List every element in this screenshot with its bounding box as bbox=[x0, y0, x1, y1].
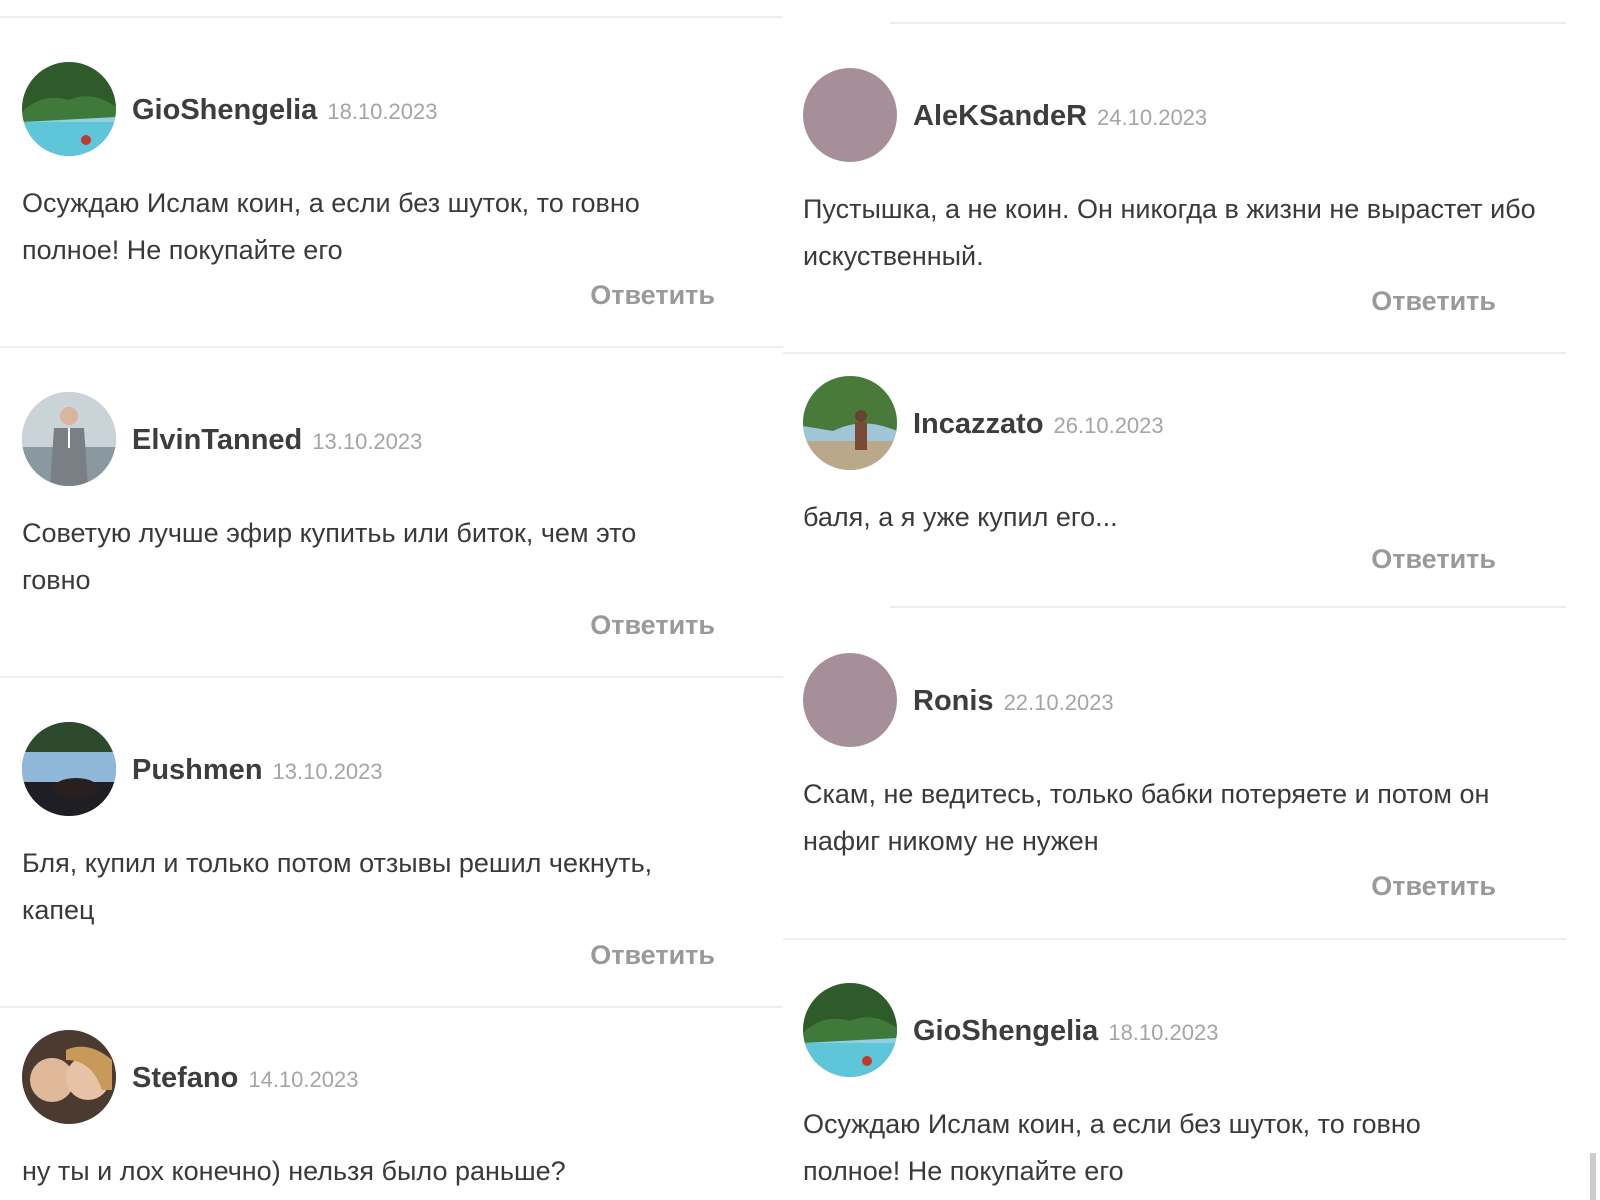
man-in-suit-photo-avatar-icon bbox=[22, 392, 116, 486]
comment: Incazzato 26.10.2023 баля, а я уже купил … bbox=[803, 376, 1496, 586]
avatar[interactable] bbox=[803, 376, 897, 470]
avatar[interactable] bbox=[803, 983, 897, 1077]
comment: Stefano 14.10.2023 ну ты и лох конечно) н… bbox=[22, 1030, 715, 1200]
avatar[interactable] bbox=[22, 392, 116, 486]
author-name[interactable]: Pushmen bbox=[132, 754, 263, 786]
comment: AleKSandeR 24.10.2023 Пустышка, а не коин… bbox=[803, 68, 1536, 328]
scrollbar-thumb[interactable] bbox=[1590, 1153, 1596, 1200]
comment: Pushmen 13.10.2023 Бля, купил и только по… bbox=[22, 722, 715, 982]
divider bbox=[0, 346, 783, 348]
comment-text: Бля, купил и только потом отзывы решил ч… bbox=[22, 848, 653, 925]
author-name[interactable]: Stefano bbox=[132, 1062, 238, 1094]
comment-text: ну ты и лох конечно) нельзя было раньше? bbox=[22, 1156, 566, 1186]
comment-meta: ElvinTanned 13.10.2023 bbox=[132, 422, 422, 463]
divider bbox=[783, 938, 1566, 940]
pool-photo-avatar-icon bbox=[22, 722, 116, 816]
comment-header: GioShengelia 18.10.2023 bbox=[803, 983, 1563, 1079]
avatar[interactable] bbox=[22, 722, 116, 816]
beach-photo-avatar-icon bbox=[803, 983, 897, 1077]
author-name[interactable]: GioShengelia bbox=[913, 1015, 1098, 1047]
default-avatar[interactable] bbox=[803, 68, 897, 162]
default-avatar[interactable] bbox=[803, 653, 897, 747]
reply-button[interactable]: Ответить bbox=[1371, 286, 1496, 317]
comment-date: 22.10.2023 bbox=[1003, 690, 1114, 715]
divider bbox=[890, 606, 1566, 608]
comment-header: ElvinTanned 13.10.2023 bbox=[22, 392, 782, 488]
comment-header: Incazzato 26.10.2023 bbox=[803, 376, 1563, 472]
comment-date: 13.10.2023 bbox=[312, 429, 423, 454]
author-name[interactable]: AleKSandeR bbox=[913, 100, 1087, 132]
avatar[interactable] bbox=[22, 62, 116, 156]
divider bbox=[0, 16, 783, 18]
divider bbox=[783, 352, 1566, 354]
comment-text: Осуждаю Ислам коин, а если без шуток, то… bbox=[803, 1109, 1421, 1186]
comment: GioShengelia 18.10.2023 Осуждаю Ислам кои… bbox=[803, 983, 1563, 1200]
comment-text: Советую лучше эфир купитьь или биток, че… bbox=[22, 518, 637, 595]
divider bbox=[890, 22, 1566, 24]
comment-text: Скам, не ведитесь, только бабки потеряет… bbox=[803, 779, 1490, 856]
comment: Ronis 22.10.2023 Скам, не ведитесь, тольк… bbox=[803, 653, 1496, 913]
comment-text: Осуждаю Ислам коин, а если без шуток, то… bbox=[22, 188, 640, 265]
comment-header: AleKSandeR 24.10.2023 bbox=[803, 68, 1563, 164]
comment-date: 18.10.2023 bbox=[327, 99, 438, 124]
author-name[interactable]: ElvinTanned bbox=[132, 424, 302, 456]
comment-meta: Stefano 14.10.2023 bbox=[132, 1060, 358, 1101]
comment-header: Pushmen 13.10.2023 bbox=[22, 722, 782, 818]
comment-text: Пустышка, а не коин. Он никогда в жизни … bbox=[803, 194, 1536, 271]
couple-photo-avatar-icon bbox=[22, 1030, 116, 1124]
reply-button[interactable]: Ответить bbox=[590, 610, 715, 641]
comment-header: Stefano 14.10.2023 bbox=[22, 1030, 715, 1126]
author-name[interactable]: GioShengelia bbox=[132, 94, 317, 126]
comment-meta: Ronis 22.10.2023 bbox=[913, 683, 1114, 724]
comment-date: 26.10.2023 bbox=[1053, 413, 1164, 438]
comment-header: GioShengelia 18.10.2023 bbox=[22, 62, 782, 158]
avatar[interactable] bbox=[22, 1030, 116, 1124]
outdoor-photo-avatar-icon bbox=[803, 376, 897, 470]
beach-photo-avatar-icon bbox=[22, 62, 116, 156]
comment-meta: Incazzato 26.10.2023 bbox=[913, 406, 1164, 447]
comment-date: 18.10.2023 bbox=[1108, 1020, 1219, 1045]
reply-button[interactable]: Ответить bbox=[1371, 544, 1496, 575]
comment-meta: AleKSandeR 24.10.2023 bbox=[913, 98, 1207, 139]
reply-button[interactable]: Ответить bbox=[590, 940, 715, 971]
comment-meta: Pushmen 13.10.2023 bbox=[132, 752, 383, 793]
author-name[interactable]: Incazzato bbox=[913, 408, 1044, 440]
comment: ElvinTanned 13.10.2023 Советую лучше эфир… bbox=[22, 392, 715, 652]
comment: GioShengelia 18.10.2023 Осуждаю Ислам кои… bbox=[22, 62, 715, 322]
comment-text: баля, а я уже купил его... bbox=[803, 502, 1118, 532]
author-name[interactable]: Ronis bbox=[913, 685, 994, 717]
comment-meta: GioShengelia 18.10.2023 bbox=[132, 92, 437, 133]
reply-button[interactable]: Ответить bbox=[1371, 871, 1496, 902]
comment-date: 14.10.2023 bbox=[248, 1067, 359, 1092]
comment-date: 13.10.2023 bbox=[272, 759, 383, 784]
divider bbox=[0, 1006, 783, 1008]
comment-date: 24.10.2023 bbox=[1097, 105, 1208, 130]
comment-header: Ronis 22.10.2023 bbox=[803, 653, 1563, 749]
reply-button[interactable]: Ответить bbox=[590, 280, 715, 311]
comment-meta: GioShengelia 18.10.2023 bbox=[913, 1013, 1218, 1054]
divider bbox=[0, 676, 783, 678]
